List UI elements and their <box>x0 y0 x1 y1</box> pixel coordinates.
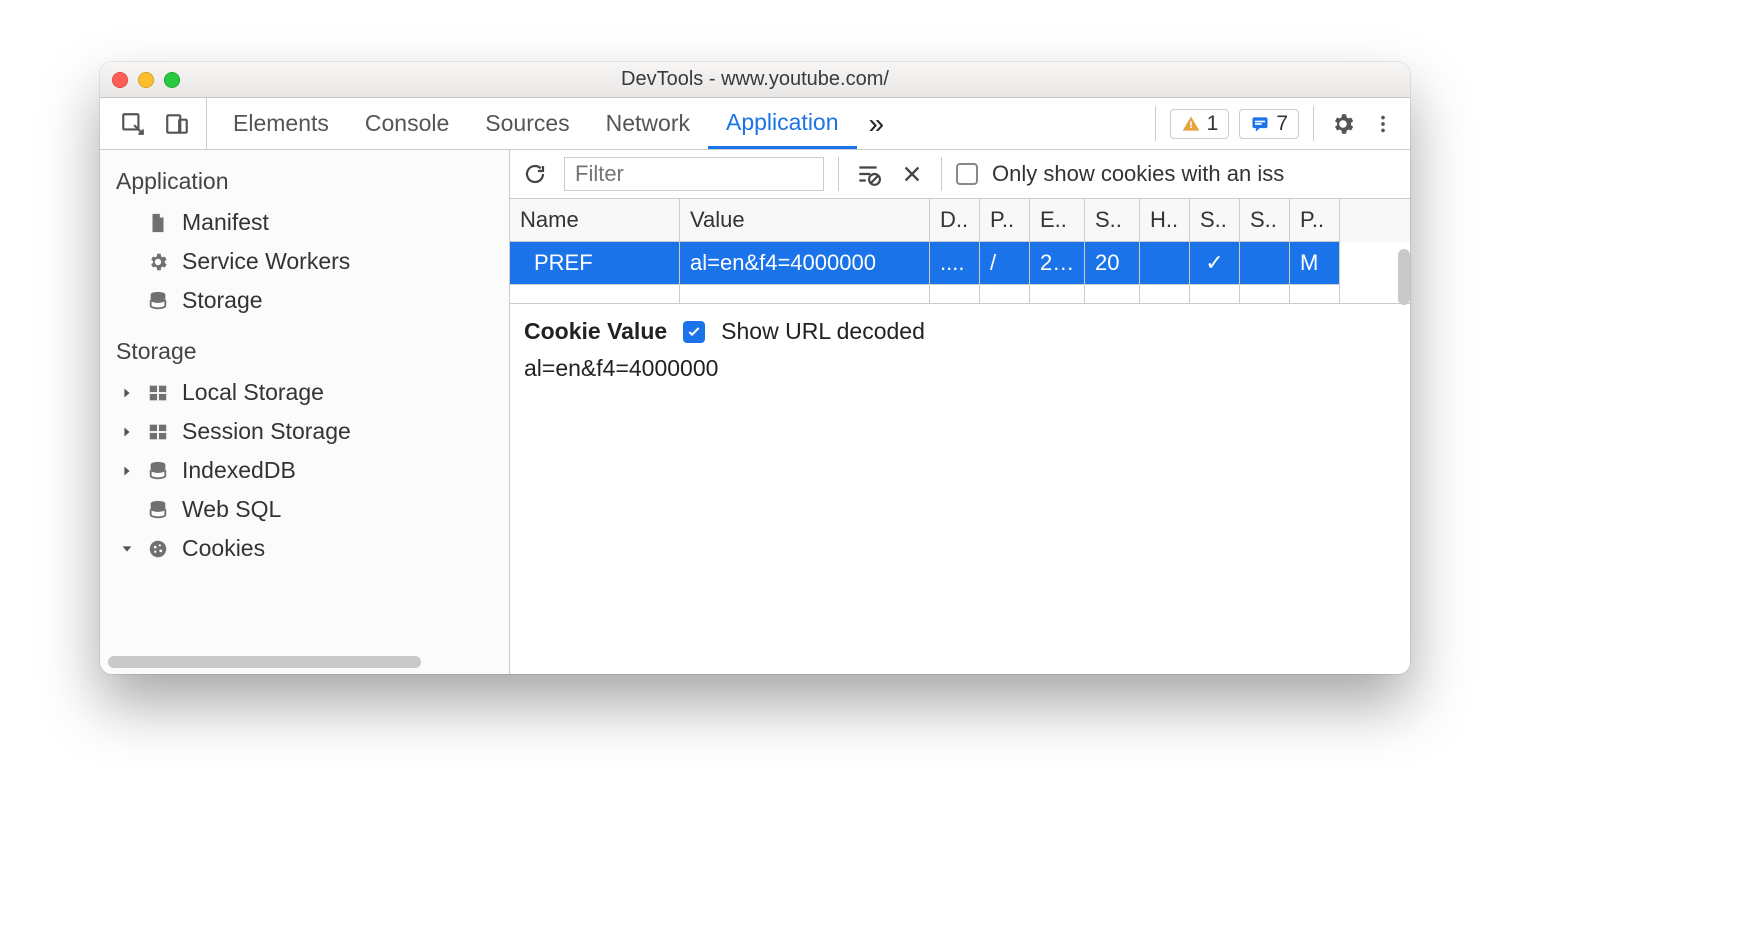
kebab-menu-icon[interactable] <box>1368 109 1398 139</box>
devtools-window: DevTools - www.youtube.com/ Elements Con… <box>100 62 1410 674</box>
cookie-value-label: Cookie Value <box>524 318 667 345</box>
th-size[interactable]: S.. <box>1085 199 1140 242</box>
separator <box>838 157 839 191</box>
cell-samesite <box>1240 242 1290 285</box>
cookies-table: Name Value D.. P.. E.. S.. H.. S.. S.. P… <box>510 198 1410 303</box>
cell-priority: M <box>1290 242 1340 285</box>
panel-tabs: Elements Console Sources Network Applica… <box>215 98 896 149</box>
clear-filtered-icon[interactable] <box>853 159 883 189</box>
table-row[interactable]: PREF al=en&f4=4000000 .... / 2… 20 ✓ M <box>510 242 1410 285</box>
show-decoded-checkbox[interactable] <box>683 321 705 343</box>
cell-path: / <box>980 242 1030 285</box>
tabs-overflow-button[interactable]: » <box>857 98 897 149</box>
sidebar-item-label: IndexedDB <box>182 457 296 484</box>
th-path[interactable]: P.. <box>980 199 1030 242</box>
device-toolbar-icon[interactable] <box>162 109 192 139</box>
sidebar-item-cookies[interactable]: Cookies <box>100 529 509 568</box>
sidebar-item-label: Session Storage <box>182 418 351 445</box>
sidebar-item-indexeddb[interactable]: IndexedDB <box>100 451 509 490</box>
expand-arrow-icon <box>120 464 134 478</box>
table-header-row: Name Value D.. P.. E.. S.. H.. S.. S.. P… <box>510 199 1410 242</box>
sidebar-item-service-workers[interactable]: Service Workers <box>100 242 509 281</box>
sidebar-item-manifest[interactable]: Manifest <box>100 203 509 242</box>
th-secure[interactable]: S.. <box>1190 199 1240 242</box>
tabbar-left-tools <box>104 98 207 149</box>
cell-domain: .... <box>930 242 980 285</box>
tabbar-right-tools: 1 7 <box>1151 98 1402 149</box>
cell-value: al=en&f4=4000000 <box>680 242 930 285</box>
cookie-details: Cookie Value Show URL decoded al=en&f4=4… <box>510 303 1410 674</box>
th-expires[interactable]: E.. <box>1030 199 1085 242</box>
main: Only show cookies with an iss Name Value… <box>510 150 1410 674</box>
warnings-badge[interactable]: 1 <box>1170 109 1230 139</box>
sidebar: Application Manifest Service Workers <box>100 150 510 674</box>
grid-icon <box>146 381 170 405</box>
th-priority[interactable]: P.. <box>1290 199 1340 242</box>
tab-elements[interactable]: Elements <box>215 98 347 149</box>
sidebar-item-label: Cookies <box>182 535 265 562</box>
only-issue-checkbox[interactable] <box>956 163 978 185</box>
tab-application[interactable]: Application <box>708 98 857 149</box>
th-samesite[interactable]: S.. <box>1240 199 1290 242</box>
cell-expires: 2… <box>1030 242 1085 285</box>
th-httponly[interactable]: H.. <box>1140 199 1190 242</box>
cell-httponly <box>1140 242 1190 285</box>
separator <box>1155 106 1156 142</box>
tab-network[interactable]: Network <box>588 98 708 149</box>
database-icon <box>146 459 170 483</box>
tabbar: Elements Console Sources Network Applica… <box>100 98 1410 150</box>
sidebar-scrollbar[interactable] <box>108 656 421 668</box>
window-title: DevTools - www.youtube.com/ <box>100 68 1410 91</box>
titlebar: DevTools - www.youtube.com/ <box>100 62 1410 98</box>
cookie-decoded-value: al=en&f4=4000000 <box>524 355 1396 382</box>
expand-arrow-icon <box>120 386 134 400</box>
sidebar-item-label: Web SQL <box>182 496 281 523</box>
messages-count: 7 <box>1276 112 1288 136</box>
sidebar-group-storage: Storage <box>100 320 509 373</box>
clear-all-icon[interactable] <box>897 159 927 189</box>
only-issue-label: Only show cookies with an iss <box>992 161 1284 187</box>
show-decoded-label: Show URL decoded <box>721 318 925 345</box>
sidebar-item-label: Service Workers <box>182 248 350 275</box>
sidebar-item-session-storage[interactable]: Session Storage <box>100 412 509 451</box>
sidebar-item-web-sql[interactable]: Web SQL <box>100 490 509 529</box>
body: Application Manifest Service Workers <box>100 150 1410 674</box>
database-icon <box>146 289 170 313</box>
tab-sources[interactable]: Sources <box>467 98 587 149</box>
separator <box>941 157 942 191</box>
sidebar-item-local-storage[interactable]: Local Storage <box>100 373 509 412</box>
cookies-toolbar: Only show cookies with an iss <box>510 150 1410 198</box>
sidebar-item-label: Storage <box>182 287 263 314</box>
collapse-arrow-icon <box>120 542 134 556</box>
table-row-empty <box>510 285 1410 303</box>
th-value[interactable]: Value <box>680 199 930 242</box>
database-icon <box>146 498 170 522</box>
th-domain[interactable]: D.. <box>930 199 980 242</box>
filter-input[interactable] <box>564 157 824 191</box>
gear-icon <box>146 250 170 274</box>
grid-icon <box>146 420 170 444</box>
sidebar-item-label: Manifest <box>182 209 269 236</box>
cell-secure: ✓ <box>1190 242 1240 285</box>
tab-console[interactable]: Console <box>347 98 467 149</box>
warnings-count: 1 <box>1207 112 1219 136</box>
document-icon <box>146 211 170 235</box>
cell-size: 20 <box>1085 242 1140 285</box>
refresh-icon[interactable] <box>520 159 550 189</box>
th-name[interactable]: Name <box>510 199 680 242</box>
table-scrollbar[interactable] <box>1398 249 1410 305</box>
sidebar-item-storage[interactable]: Storage <box>100 281 509 320</box>
separator <box>1313 106 1314 142</box>
settings-icon[interactable] <box>1328 109 1358 139</box>
cell-name: PREF <box>510 242 680 285</box>
expand-arrow-icon <box>120 425 134 439</box>
messages-badge[interactable]: 7 <box>1239 109 1299 139</box>
inspect-element-icon[interactable] <box>118 109 148 139</box>
sidebar-item-label: Local Storage <box>182 379 324 406</box>
cookie-icon <box>146 537 170 561</box>
sidebar-group-application: Application <box>100 150 509 203</box>
